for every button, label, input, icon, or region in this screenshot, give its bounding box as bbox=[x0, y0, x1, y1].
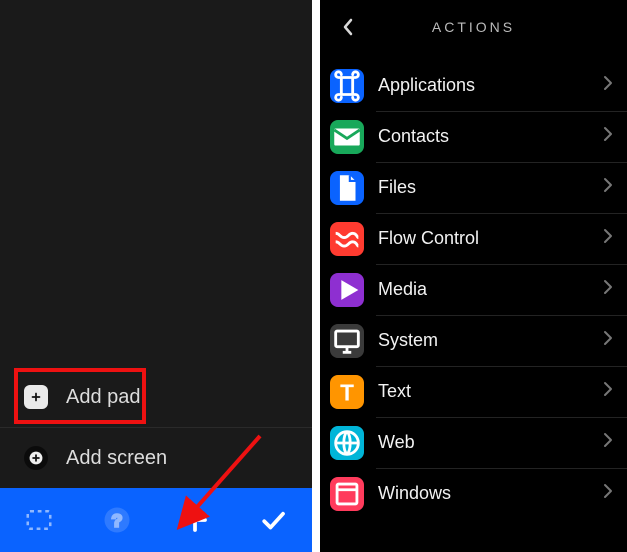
window-icon bbox=[330, 477, 364, 511]
action-row-windows[interactable]: Windows bbox=[320, 468, 627, 519]
mail-icon bbox=[330, 120, 364, 154]
monitor-icon bbox=[330, 324, 364, 358]
chevron-right-icon bbox=[603, 177, 613, 198]
chevron-right-icon bbox=[603, 75, 613, 96]
command-icon bbox=[330, 69, 364, 103]
waves-icon bbox=[330, 222, 364, 256]
header-title: ACTIONS bbox=[432, 19, 515, 35]
left-menu: Add pad Add screen bbox=[0, 367, 312, 488]
action-label: Web bbox=[378, 432, 603, 453]
svg-text:?: ? bbox=[112, 510, 123, 530]
menu-item-add-screen[interactable]: Add screen bbox=[0, 427, 312, 488]
action-row-flow-control[interactable]: Flow Control bbox=[320, 213, 627, 264]
action-row-media[interactable]: Media bbox=[320, 264, 627, 315]
chevron-right-icon bbox=[603, 330, 613, 351]
bottom-toolbar: ? bbox=[0, 488, 312, 552]
plus-circle-icon bbox=[24, 446, 48, 470]
chevron-right-icon bbox=[603, 279, 613, 300]
left-panel: Add pad Add screen ? bbox=[0, 0, 312, 552]
menu-item-label: Add pad bbox=[66, 386, 141, 409]
confirm-button[interactable] bbox=[234, 488, 312, 552]
chevron-right-icon bbox=[603, 483, 613, 504]
header: ACTIONS bbox=[320, 0, 627, 54]
action-label: System bbox=[378, 330, 603, 351]
action-row-system[interactable]: System bbox=[320, 315, 627, 366]
menu-item-add-pad[interactable]: Add pad bbox=[0, 367, 312, 427]
right-panel: ACTIONS Applications Contacts Files Flow Co… bbox=[320, 0, 627, 552]
panel-divider bbox=[312, 0, 320, 552]
action-row-files[interactable]: Files bbox=[320, 162, 627, 213]
action-label: Files bbox=[378, 177, 603, 198]
action-label: Flow Control bbox=[378, 228, 603, 249]
actions-list: Applications Contacts Files Flow Control Med… bbox=[320, 60, 627, 552]
action-row-text[interactable]: T Text bbox=[320, 366, 627, 417]
action-row-contacts[interactable]: Contacts bbox=[320, 111, 627, 162]
action-label: Contacts bbox=[378, 126, 603, 147]
chevron-right-icon bbox=[603, 126, 613, 147]
text-icon: T bbox=[330, 375, 364, 409]
menu-item-label: Add screen bbox=[66, 447, 167, 470]
action-label: Text bbox=[378, 381, 603, 402]
chevron-right-icon bbox=[603, 228, 613, 249]
screenshot: Add pad Add screen ? bbox=[0, 0, 627, 552]
action-row-applications[interactable]: Applications bbox=[320, 60, 627, 111]
plus-square-icon bbox=[24, 385, 48, 409]
chevron-right-icon bbox=[603, 381, 613, 402]
action-label: Media bbox=[378, 279, 603, 300]
action-row-web[interactable]: Web bbox=[320, 417, 627, 468]
action-label: Windows bbox=[378, 483, 603, 504]
action-label: Applications bbox=[378, 75, 603, 96]
file-icon bbox=[330, 171, 364, 205]
play-icon bbox=[330, 273, 364, 307]
chevron-right-icon bbox=[603, 432, 613, 453]
back-button[interactable] bbox=[328, 0, 368, 54]
help-button[interactable]: ? bbox=[78, 488, 156, 552]
add-button[interactable] bbox=[156, 488, 234, 552]
globe-icon bbox=[330, 426, 364, 460]
svg-text:T: T bbox=[340, 379, 354, 405]
select-tool-button[interactable] bbox=[0, 488, 78, 552]
